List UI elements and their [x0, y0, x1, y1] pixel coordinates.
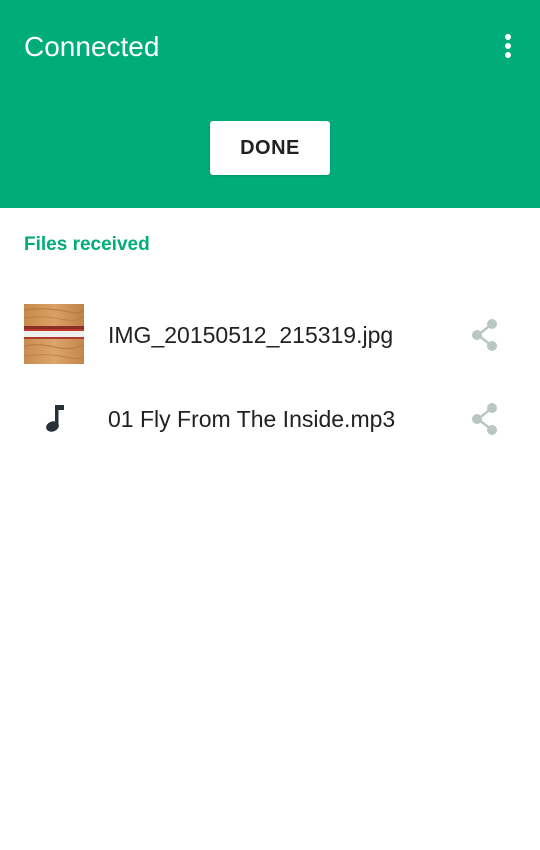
music-note-icon: [24, 389, 84, 449]
app-screen: Connected DONE Files received IMG_201505…: [0, 0, 540, 850]
app-header: Connected DONE: [0, 0, 540, 208]
file-name: 01 Fly From The Inside.mp3: [108, 406, 396, 432]
share-icon: [472, 319, 497, 351]
files-received-heading: Files received: [24, 234, 150, 255]
more-vert-icon: [505, 34, 511, 58]
file-name: IMG_20150512_215319.jpg: [108, 322, 394, 348]
file-row-music[interactable]: 01 Fly From The Inside.mp3: [0, 377, 540, 461]
done-button[interactable]: DONE: [210, 121, 330, 175]
more-options-button[interactable]: [496, 26, 520, 66]
share-icon: [472, 403, 497, 435]
file-row-image[interactable]: IMG_20150512_215319.jpg: [0, 293, 540, 377]
page-title: Connected: [24, 31, 160, 62]
share-button[interactable]: [466, 315, 506, 355]
share-button[interactable]: [466, 399, 506, 439]
image-thumbnail: [24, 304, 84, 364]
